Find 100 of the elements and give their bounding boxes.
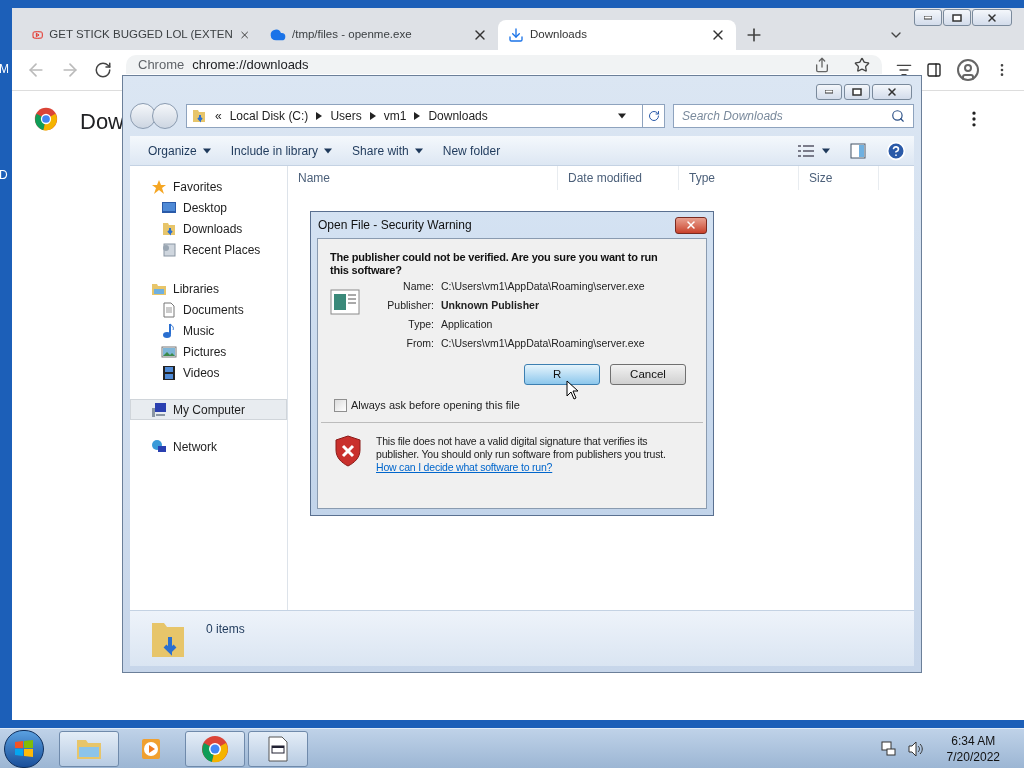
- site-label: Chrome: [138, 57, 185, 72]
- minimize-button[interactable]: [914, 9, 942, 26]
- maximize-button[interactable]: [943, 9, 971, 26]
- dialog-button[interactable]: R: [524, 364, 600, 385]
- maximize-icon: [952, 13, 962, 22]
- tab-title: /tmp/files - openme.exe: [292, 27, 413, 43]
- breadcrumb-item[interactable]: Local Disk (C:): [229, 107, 309, 125]
- nav-item[interactable]: Recent Places: [130, 239, 287, 260]
- computer-icon: [151, 401, 167, 418]
- nav-item[interactable]: Downloads: [130, 218, 287, 239]
- network-status-icon[interactable]: [880, 740, 897, 757]
- close-icon: [986, 11, 998, 24]
- breadcrumb-arrow-icon[interactable]: [369, 112, 376, 120]
- nav-item[interactable]: My Computer: [130, 399, 287, 420]
- view-options-button[interactable]: [798, 144, 830, 157]
- dialog-button[interactable]: Cancel: [610, 364, 686, 385]
- star-icon: [151, 178, 167, 195]
- share-icon[interactable]: [814, 57, 830, 73]
- toolbar-button[interactable]: Include in library: [220, 141, 343, 160]
- field-label: Type:: [407, 318, 434, 331]
- preview-pane-icon[interactable]: [850, 142, 866, 159]
- nav-item[interactable]: Pictures: [130, 341, 287, 362]
- nav-item[interactable]: Documents: [130, 299, 287, 320]
- maximize-button[interactable]: [844, 84, 870, 100]
- taskbar-button[interactable]: [59, 730, 119, 767]
- column-header[interactable]: Type: [679, 166, 799, 190]
- folder-icon: [191, 108, 207, 124]
- profile-icon[interactable]: [956, 58, 980, 82]
- dropdown-arrow-icon[interactable]: [618, 113, 626, 119]
- minimize-icon: [924, 15, 932, 20]
- browser-tab[interactable]: GET STICK BUGGED LOL (EXTEN: [22, 20, 260, 50]
- volume-icon[interactable]: [907, 740, 924, 757]
- side-panel-icon[interactable]: [926, 62, 942, 78]
- search-field[interactable]: Search Downloads: [673, 104, 914, 128]
- minimize-button[interactable]: [816, 84, 842, 100]
- caret-icon: [202, 147, 211, 154]
- field-value: Application: [441, 318, 494, 331]
- address-bar[interactable]: Chrome chrome://downloads: [126, 55, 882, 74]
- nav-item[interactable]: Desktop: [130, 197, 287, 218]
- toolbar-button[interactable]: New folder: [432, 141, 511, 160]
- search-icon: [891, 109, 905, 123]
- nav-item[interactable]: Videos: [130, 362, 287, 383]
- mouse-cursor-icon: [566, 380, 578, 400]
- desktop-icon-label: D: [0, 167, 9, 184]
- warning-text: This file does not have a valid digital signature that verifies its publisher. You should only run software from publishers you trust.: [376, 434, 667, 461]
- column-header[interactable]: Date modified: [558, 166, 679, 190]
- field-label: Name:: [402, 280, 434, 293]
- start-button[interactable]: [4, 729, 44, 768]
- network-icon: [151, 438, 167, 455]
- close-button[interactable]: [872, 84, 912, 100]
- nav-item[interactable]: Favorites: [130, 176, 287, 197]
- close-button[interactable]: [675, 216, 707, 234]
- column-header[interactable]: Name: [288, 166, 558, 190]
- taskbar-button[interactable]: [248, 730, 308, 767]
- chrome-logo-icon: [34, 107, 58, 131]
- download-icon: [508, 27, 524, 43]
- reading-list-icon[interactable]: [896, 62, 912, 78]
- column-header[interactable]: Size: [799, 166, 879, 190]
- chrome-logo-icon: [201, 734, 229, 763]
- checkbox[interactable]: [334, 398, 347, 412]
- help-icon[interactable]: [886, 140, 906, 161]
- folder-icon: [161, 220, 177, 237]
- desktop-icon-label: M: [0, 61, 9, 78]
- address-bar[interactable]: « Local Disk (C:) Users vm1 Downloads: [186, 104, 665, 128]
- film-icon: [161, 364, 177, 381]
- help-link[interactable]: How can I decide what software to run?: [376, 460, 690, 474]
- breadcrumb-arrow-icon[interactable]: [414, 112, 421, 120]
- close-button[interactable]: [972, 9, 1012, 26]
- bookmark-star-icon[interactable]: [854, 57, 870, 73]
- music-note-icon: [161, 322, 177, 339]
- warning-heading: The publisher could not be verified. Are you sure you want to run this software?: [330, 251, 659, 277]
- dialog-title: Open File - Security Warning: [318, 217, 473, 234]
- nav-item[interactable]: Music: [130, 320, 287, 341]
- field-value: Unknown Publisher: [441, 299, 540, 312]
- field-label: From:: [405, 337, 434, 350]
- toolbar-button[interactable]: Organize: [138, 141, 221, 160]
- toolbar-button[interactable]: Share with: [342, 141, 433, 160]
- document-icon: [161, 301, 177, 318]
- breadcrumb-item[interactable]: Downloads: [428, 107, 488, 125]
- browser-tab[interactable]: /tmp/files - openme.exe: [260, 20, 498, 50]
- windows-logo-icon: [14, 738, 34, 759]
- breadcrumb-arrow-icon[interactable]: [316, 112, 323, 120]
- taskbar-button[interactable]: [185, 730, 245, 767]
- url-text: chrome://downloads: [192, 57, 309, 72]
- breadcrumb-item[interactable]: Users: [330, 107, 362, 125]
- nav-item[interactable]: Libraries: [130, 278, 287, 299]
- recent-places-icon: [161, 241, 177, 258]
- picture-icon: [161, 343, 177, 360]
- checkbox-label: Always ask before opening this file: [351, 398, 520, 413]
- breadcrumb-item[interactable]: vm1: [383, 107, 407, 125]
- close-icon: [886, 86, 898, 98]
- clock[interactable]: 6:34 AM 7/20/2022: [946, 732, 1000, 765]
- maximize-icon: [852, 88, 862, 96]
- browser-tab[interactable]: Downloads: [498, 20, 736, 50]
- nav-item[interactable]: Network: [130, 436, 287, 457]
- overflow-chevron[interactable]: «: [215, 107, 222, 125]
- list-view-icon: [798, 144, 814, 157]
- caret-icon: [414, 147, 423, 154]
- reload-icon[interactable]: [94, 61, 112, 79]
- caret-icon: [324, 147, 333, 154]
